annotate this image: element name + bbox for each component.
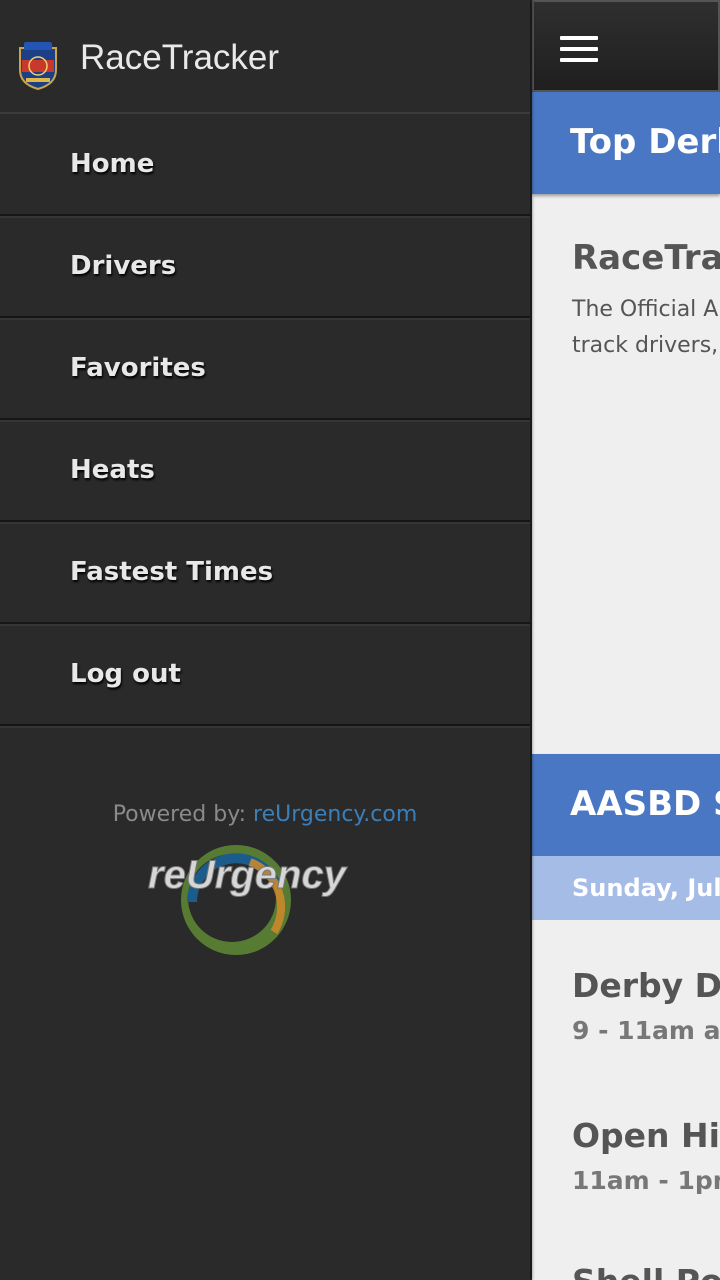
menu-icon[interactable] (560, 36, 598, 62)
event-time: 11am - 1pm (572, 1166, 720, 1195)
schedule-header: AASBD S (532, 754, 720, 856)
nav-list: Home Drivers Favorites Heats Fastest Tim… (0, 114, 530, 726)
app-logo-icon (19, 42, 57, 90)
nav-item-home[interactable]: Home (0, 114, 530, 216)
top-derby-header: Top Derb (532, 92, 720, 194)
nav-item-drivers[interactable]: Drivers (0, 216, 530, 318)
card-title: RaceTrac (572, 238, 720, 278)
nav-item-fastest-times[interactable]: Fastest Times (0, 522, 530, 624)
event-title[interactable]: Shell Po (572, 1262, 720, 1280)
event-title[interactable]: Open Hill (572, 1116, 720, 1155)
card-text-line-1: The Official A (572, 297, 719, 322)
event-time: 9 - 11am at V (572, 1016, 720, 1045)
powered-by-label: Powered by: (112, 802, 247, 827)
powered-by: Powered by: reUrgency.com (0, 802, 530, 827)
main-content: Top Derb RaceTrac The Official A track d… (532, 0, 720, 1280)
reurgency-logo-icon: reUrgency (148, 845, 348, 955)
nav-item-heats[interactable]: Heats (0, 420, 530, 522)
app-bar (532, 0, 720, 92)
nav-item-log-out[interactable]: Log out (0, 624, 530, 726)
app-name: RaceTracker (80, 38, 280, 77)
card-text-line-2: track drivers, (572, 333, 719, 358)
nav-item-favorites[interactable]: Favorites (0, 318, 530, 420)
date-header: Sunday, July (532, 856, 720, 920)
navigation-drawer: RaceTracker Home Drivers Favorites Heats… (0, 0, 530, 1280)
event-title[interactable]: Derby Do (572, 966, 720, 1005)
drawer-header: RaceTracker (0, 0, 530, 114)
powered-by-link[interactable]: reUrgency.com (253, 802, 417, 827)
reurgency-logo-text: reUrgency (148, 853, 348, 897)
